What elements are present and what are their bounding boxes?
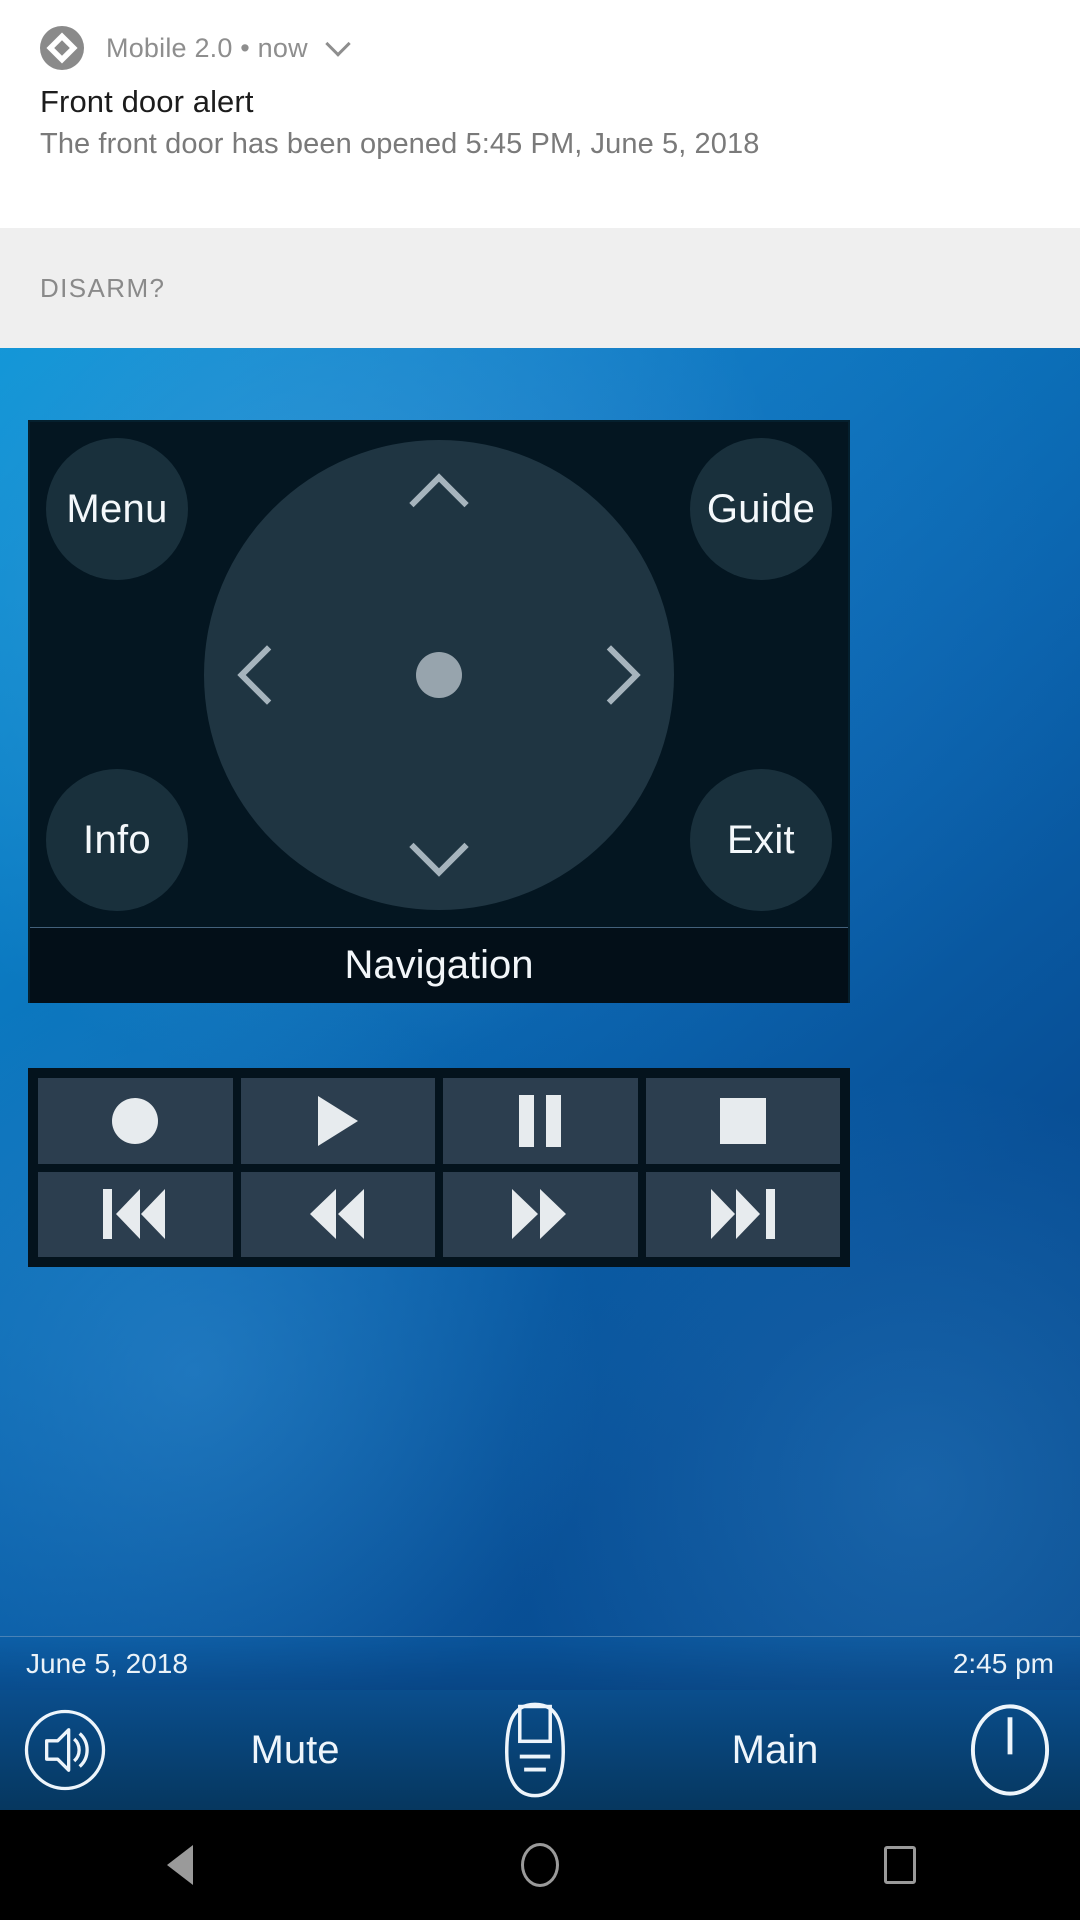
menu-button[interactable]: Menu [46, 438, 188, 580]
chevron-left-icon[interactable] [237, 644, 297, 705]
notification-separator: • [240, 32, 250, 63]
navigation-caption-label: Navigation [344, 943, 534, 987]
exit-button-label: Exit [727, 817, 795, 862]
navigation-pad-area: Menu Guide Info Exit [30, 422, 848, 927]
power-button[interactable] [940, 1702, 1080, 1798]
volume-button[interactable] [0, 1706, 130, 1794]
notification-time-ago: now [257, 32, 308, 63]
rewind-icon [309, 1189, 366, 1240]
chevron-down-icon[interactable] [325, 31, 352, 58]
skip-previous-icon [103, 1189, 167, 1240]
pause-button[interactable] [443, 1078, 638, 1164]
skip-next-button[interactable] [645, 1171, 840, 1257]
disarm-label[interactable]: DISARM? [0, 273, 165, 304]
android-system-navbar [0, 1810, 1080, 1920]
transport-controls-panel [28, 1068, 850, 1267]
notification-header[interactable]: Mobile 2.0 • now [0, 0, 1080, 70]
fast-forward-button[interactable] [443, 1171, 638, 1257]
mute-button[interactable]: Mute [130, 1728, 460, 1773]
status-bar: June 5, 2018 2:45 pm [0, 1636, 1080, 1690]
menu-button-label: Menu [66, 486, 168, 531]
fast-forward-icon [512, 1189, 568, 1240]
info-button[interactable]: Info [46, 769, 188, 911]
power-icon [970, 1704, 1050, 1796]
system-back-button[interactable] [120, 1810, 240, 1920]
status-time: 2:45 pm [952, 1647, 1054, 1679]
dpad[interactable] [204, 439, 674, 910]
record-button[interactable] [38, 1078, 233, 1164]
main-button-label: Main [731, 1727, 819, 1772]
disarm-action-strip[interactable]: DISARM? [0, 228, 1080, 348]
system-recents-button[interactable] [840, 1810, 960, 1920]
stop-button[interactable] [645, 1078, 840, 1164]
notification-app-name: Mobile 2.0 [106, 32, 233, 63]
home-circle-icon [521, 1843, 559, 1887]
keypad-button[interactable] [460, 1700, 610, 1800]
skip-previous-button[interactable] [38, 1171, 233, 1257]
compass-logo-icon [40, 26, 84, 70]
rewind-button[interactable] [240, 1171, 435, 1257]
remote-keypad-icon [504, 1702, 566, 1798]
guide-button-label: Guide [706, 486, 816, 531]
notification-meta: Mobile 2.0 • now [106, 31, 352, 64]
notification-title: Front door alert [40, 84, 254, 119]
navigation-caption: Navigation [30, 927, 848, 1003]
system-home-button[interactable] [480, 1810, 600, 1920]
stop-icon [719, 1097, 766, 1144]
guide-button[interactable]: Guide [690, 438, 832, 580]
chevron-right-icon[interactable] [581, 644, 641, 705]
main-button[interactable]: Main [610, 1728, 940, 1773]
recents-square-icon [884, 1846, 916, 1884]
chevron-up-icon[interactable] [409, 472, 469, 533]
remote-app-screen: Menu Guide Info Exit Navigation June 5, … [0, 348, 1080, 1810]
notification-shade[interactable]: Mobile 2.0 • now Front door alert The fr… [0, 0, 1080, 228]
record-icon [112, 1097, 159, 1144]
skip-next-icon [710, 1189, 775, 1240]
chevron-down-icon[interactable] [409, 816, 469, 877]
exit-button[interactable]: Exit [690, 769, 832, 911]
volume-icon [24, 1709, 106, 1791]
info-button-label: Info [83, 817, 151, 862]
status-date: June 5, 2018 [26, 1647, 188, 1679]
mute-button-label: Mute [250, 1727, 340, 1772]
navigation-panel: Menu Guide Info Exit Navigation [28, 420, 850, 1003]
center-ok-dot-icon[interactable] [416, 651, 462, 698]
play-button[interactable] [240, 1078, 435, 1164]
back-triangle-icon [167, 1845, 193, 1885]
play-icon [317, 1095, 358, 1146]
pause-icon [519, 1094, 562, 1147]
notification-body: The front door has been opened 5:45 PM, … [40, 128, 760, 160]
bottom-toolbar: Mute Main [0, 1690, 1080, 1810]
